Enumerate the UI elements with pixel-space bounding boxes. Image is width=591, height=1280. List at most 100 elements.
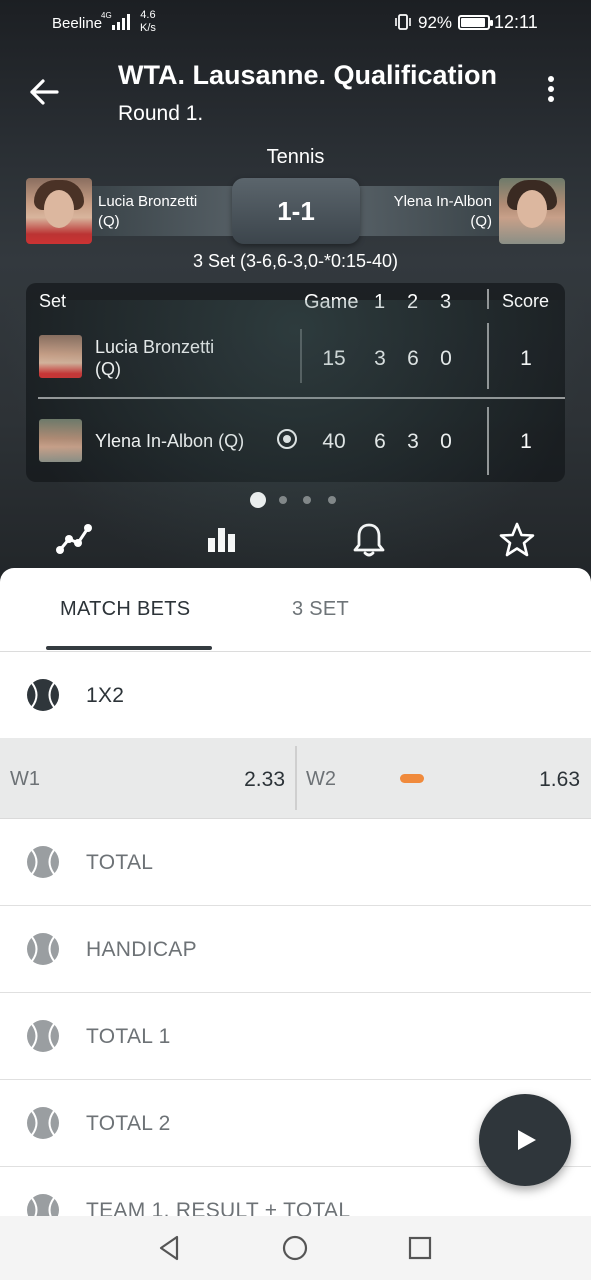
w1-label: W1 (10, 768, 40, 790)
nav-home-icon[interactable] (281, 1234, 309, 1262)
player1-name-line2: (Q) (95, 359, 121, 379)
market-total-1[interactable]: TOTAL 1 (0, 993, 591, 1080)
row2-divider-right (487, 407, 489, 475)
market-label: TOTAL 2 (86, 1112, 171, 1135)
serve-indicator-icon (277, 429, 297, 449)
team1-tag: (Q) (98, 213, 120, 230)
bet-tabs: MATCH BETS 3 SET (0, 568, 591, 652)
pager-dot-active[interactable] (250, 492, 266, 508)
w2-label: W2 (306, 768, 336, 790)
team1-name: Lucia Bronzetti (Q) (98, 192, 197, 232)
player1-name-line1: Lucia Bronzetti (95, 337, 215, 357)
w1-odds: 2.33 (244, 768, 285, 791)
odds-w2-button[interactable]: W2 1.63 (297, 738, 591, 819)
active-tab-indicator (46, 646, 212, 650)
odds-trend-indicator (400, 774, 424, 783)
market-label: HANDICAP (86, 938, 197, 961)
nav-recents-icon[interactable] (406, 1234, 434, 1262)
col-set3: 3 (440, 291, 452, 313)
player2-name: Ylena In-Albon (Q) (95, 431, 245, 451)
network-type: 4G (101, 11, 112, 20)
row1-divider-right (487, 323, 489, 389)
pager-dot[interactable] (279, 496, 287, 504)
team2-name: Ylena In-Albon (Q) (394, 192, 492, 232)
status-bar: Beeline 4G 4.6 K/s 92% 12:11 (0, 0, 591, 46)
player2-game: 40 (322, 430, 346, 453)
nav-back-icon[interactable] (155, 1234, 183, 1262)
player1-set1: 3 (374, 347, 386, 370)
scoreboard-row: Lucia Bronzetti (Q) 15 3 6 0 1 (26, 323, 565, 393)
page-subtitle: Round 1. (118, 102, 204, 125)
odds-w1-button[interactable]: W1 2.33 (0, 738, 295, 819)
battery-percent: 92% (418, 13, 453, 32)
player2-set3: 0 (440, 430, 452, 453)
row-separator (38, 397, 565, 399)
market-total[interactable]: TOTAL (0, 819, 591, 906)
system-nav-bar (0, 1216, 591, 1280)
play-video-button[interactable] (479, 1094, 571, 1186)
scoreboard: Set Game 1 2 3 Score Lucia Bronzetti (Q)… (26, 283, 565, 482)
tennis-ball-icon (27, 679, 59, 711)
network-speed: 4.6 K/s (140, 9, 156, 35)
market-label: 1X2 (86, 684, 125, 707)
col-set2: 2 (407, 291, 419, 313)
col-game: Game (304, 291, 359, 313)
market-handicap[interactable]: HANDICAP (0, 906, 591, 993)
col-set1: 1 (374, 291, 386, 313)
player2-set2: 3 (407, 430, 419, 453)
player1-avatar (39, 335, 82, 378)
market-1x2[interactable]: 1X2 (0, 652, 591, 739)
player1-game: 15 (322, 347, 346, 370)
tab-match-bets[interactable]: MATCH BETS (60, 598, 190, 621)
player1-set2: 6 (407, 347, 419, 370)
market-label: TOTAL (86, 851, 154, 874)
carrier-name: Beeline (52, 15, 103, 32)
bell-icon[interactable] (349, 520, 389, 560)
speed-unit: K/s (140, 22, 156, 34)
tennis-ball-icon (27, 1020, 59, 1052)
w2-odds: 1.63 (539, 768, 580, 791)
team2-avatar (499, 178, 565, 244)
chart-line-icon[interactable] (54, 520, 94, 560)
back-arrow-icon[interactable] (24, 72, 64, 112)
match-score: 1-1 (232, 178, 360, 244)
speed-value: 4.6 (140, 9, 156, 21)
vibrate-icon (395, 14, 411, 30)
market-label: TOTAL 1 (86, 1025, 171, 1048)
page-title: WTA. Lausanne. Qualification (118, 60, 498, 90)
odds-row: W1 2.33 W2 1.63 (0, 738, 591, 819)
col-set: Set (39, 291, 67, 311)
row1-divider-left (300, 329, 302, 383)
tennis-ball-icon (27, 846, 59, 878)
player1-name: Lucia Bronzetti (Q) (95, 336, 214, 380)
sport-label: Tennis (266, 146, 325, 168)
match-header: Beeline 4G 4.6 K/s 92% 12:11 WTA. Lausan… (0, 0, 591, 600)
market-label: TEAM 1. RESULT + TOTAL (86, 1199, 351, 1216)
pager-dot[interactable] (328, 496, 336, 504)
player2-set1: 6 (374, 430, 386, 453)
team1-avatar (26, 178, 92, 244)
player1-set3: 0 (440, 347, 452, 370)
header-divider (487, 289, 489, 309)
tennis-ball-icon (27, 1107, 59, 1139)
signal-icon (112, 14, 130, 30)
battery-icon (458, 15, 493, 30)
star-icon[interactable] (497, 520, 537, 560)
scoreboard-header: Set Game 1 2 3 Score (26, 283, 565, 319)
tennis-ball-icon (27, 933, 59, 965)
col-score: Score (502, 291, 550, 311)
team2-name-text: Ylena In-Albon (393, 193, 492, 210)
tab-3-set[interactable]: 3 SET (292, 598, 349, 621)
tennis-ball-icon (27, 1194, 59, 1216)
bar-chart-icon[interactable] (202, 520, 242, 560)
player1-score: 1 (520, 347, 532, 370)
team2-tag: (Q) (470, 213, 492, 230)
scoreboard-row: Ylena In-Albon (Q) 40 6 3 0 1 (26, 407, 565, 477)
clock: 12:11 (494, 12, 538, 32)
player2-avatar (39, 419, 82, 462)
team1-name-text: Lucia Bronzetti (98, 193, 198, 210)
set-info: 3 Set (3-6,6-3,0-*0:15-40) (192, 251, 399, 271)
more-vert-icon[interactable] (536, 76, 566, 110)
player2-score: 1 (520, 430, 532, 453)
pager-dot[interactable] (303, 496, 311, 504)
